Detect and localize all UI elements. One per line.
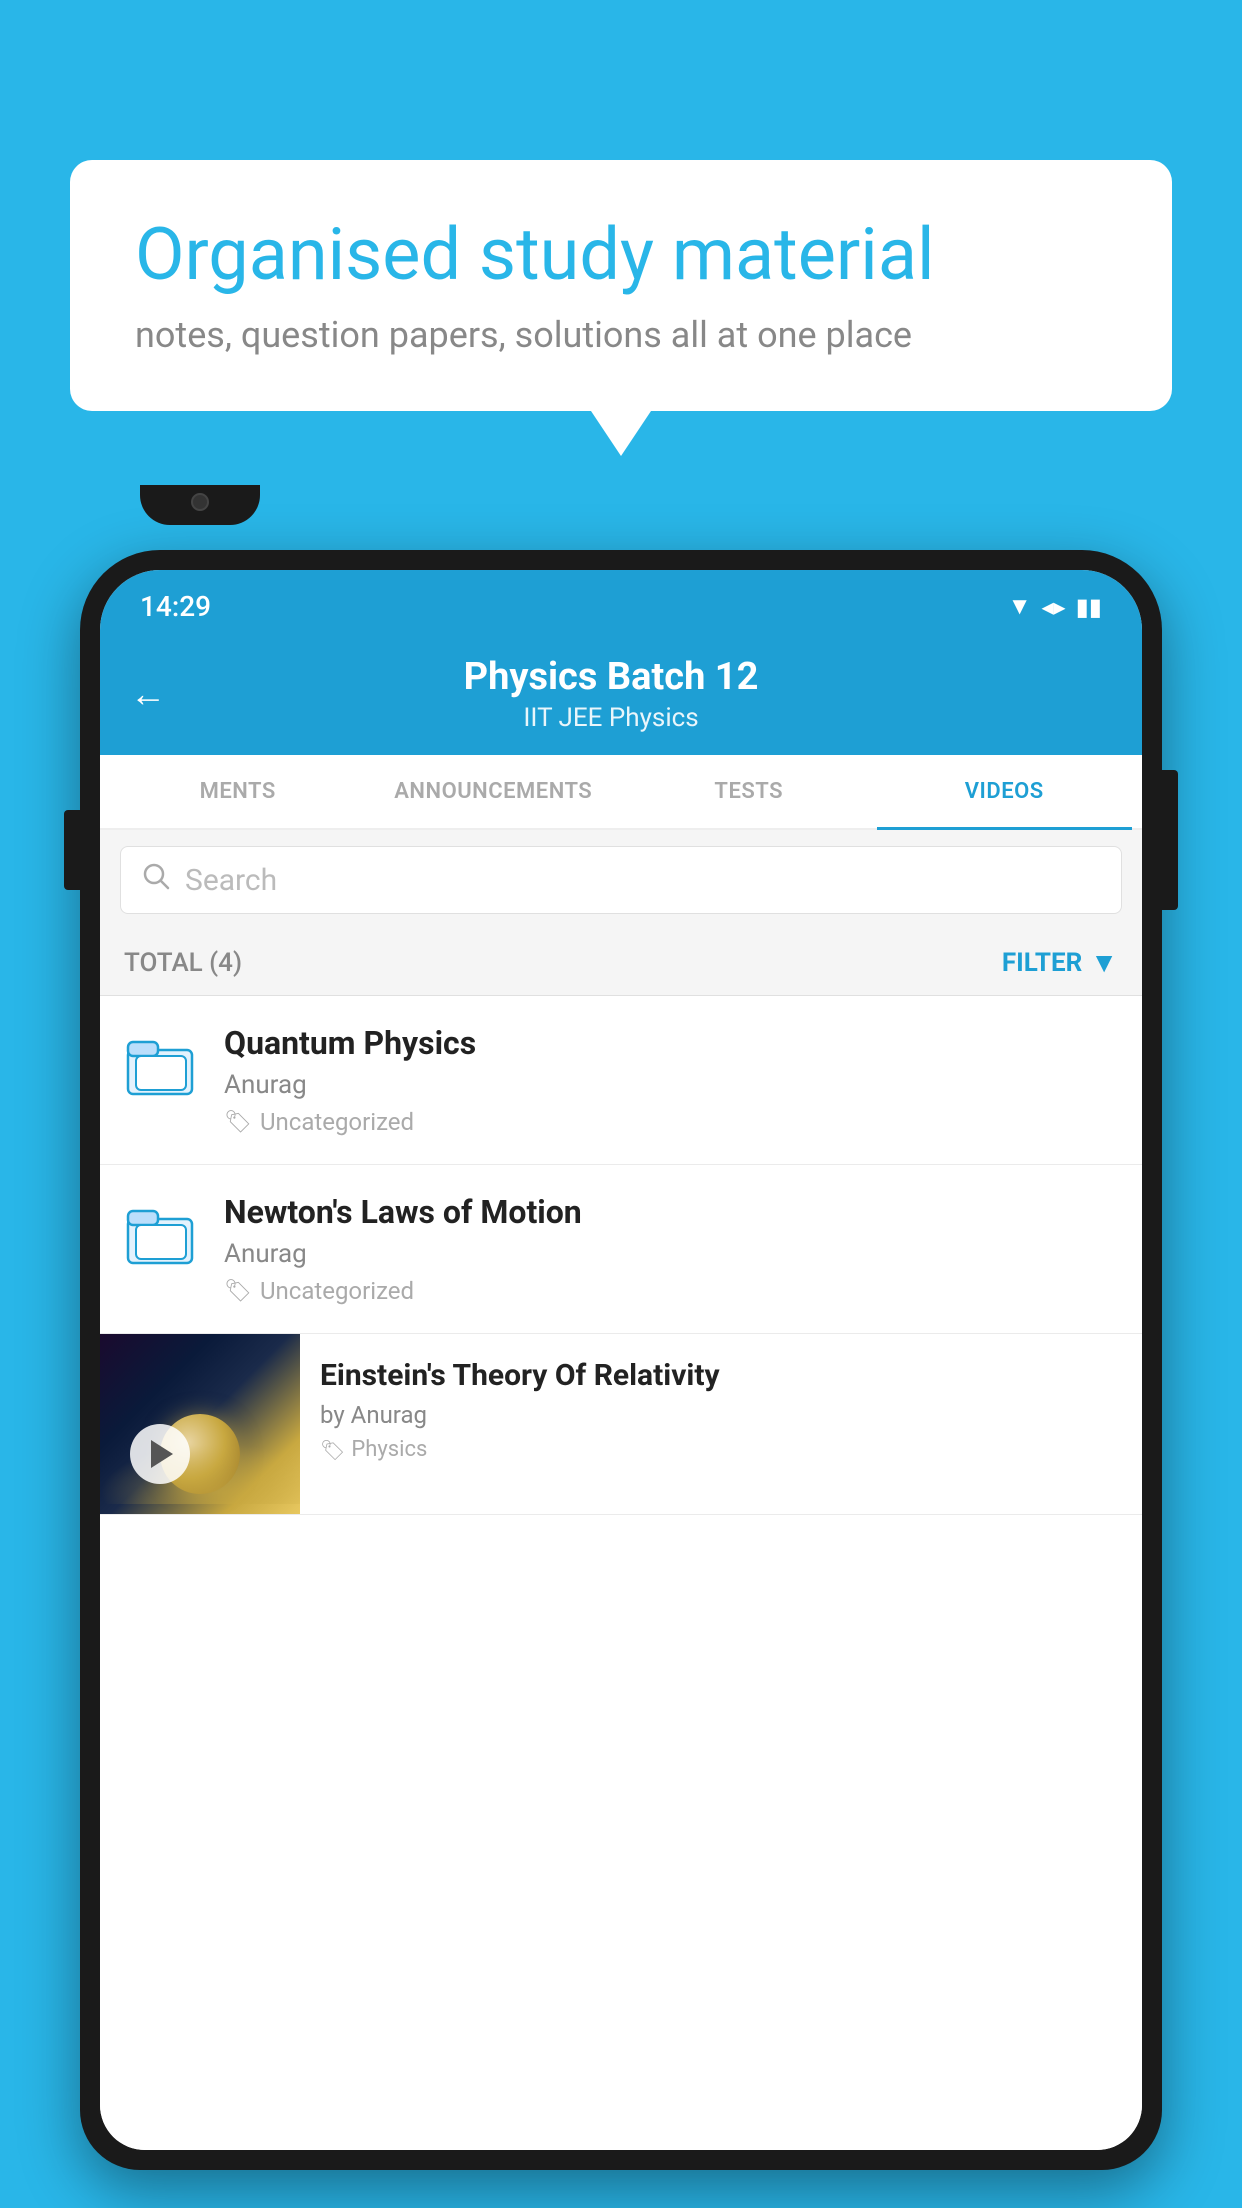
search-icon	[141, 861, 171, 899]
speech-bubble: Organised study material notes, question…	[70, 160, 1172, 411]
tabs-container: MENTS ANNOUNCEMENTS TESTS VIDEOS	[100, 755, 1142, 830]
list-item[interactable]: Newton's Laws of Motion Anurag 🏷 Uncateg…	[100, 1165, 1142, 1334]
battery-icon: ▮▮	[1076, 593, 1102, 621]
wifi-icon: ▼	[1008, 592, 1032, 621]
tag-label: Uncategorized	[260, 1108, 414, 1136]
item-author: Anurag	[224, 1070, 1118, 1100]
signal-icon: ◂▸	[1041, 593, 1065, 621]
tag-icon: 🏷	[320, 1438, 345, 1462]
search-bar[interactable]: Search	[120, 846, 1122, 914]
filter-bar: TOTAL (4) FILTER ▼	[100, 930, 1142, 996]
filter-label: FILTER	[1002, 948, 1082, 978]
phone-outer: 14:29 ▼ ◂▸ ▮▮ ← Physics Batch 12 IIT JEE…	[80, 550, 1162, 2170]
item-author: Anurag	[224, 1239, 1118, 1269]
phone-container: 14:29 ▼ ◂▸ ▮▮ ← Physics Batch 12 IIT JEE…	[80, 550, 1162, 2208]
tab-tests[interactable]: TESTS	[621, 755, 877, 828]
list-item-content: Quantum Physics Anurag 🏷 Uncategorized	[224, 1024, 1118, 1136]
tag-icon: 🏷	[224, 1279, 252, 1304]
item-title: Quantum Physics	[224, 1024, 1118, 1062]
item-tag: 🏷 Physics	[320, 1437, 1122, 1462]
play-icon	[151, 1440, 173, 1468]
list-item-content: Newton's Laws of Motion Anurag 🏷 Uncateg…	[224, 1193, 1118, 1305]
tag-label: Physics	[351, 1437, 427, 1462]
thumbnail-image	[100, 1334, 300, 1514]
bubble-subtitle: notes, question papers, solutions all at…	[135, 314, 1107, 356]
status-icons: ▼ ◂▸ ▮▮	[1008, 592, 1102, 621]
list-container: Quantum Physics Anurag 🏷 Uncategorized	[100, 996, 1142, 2150]
status-bar: 14:29 ▼ ◂▸ ▮▮	[100, 570, 1142, 635]
folder-icon	[124, 1028, 204, 1104]
back-button[interactable]: ←	[130, 673, 166, 715]
play-button[interactable]	[130, 1424, 190, 1484]
list-item-einstein[interactable]: Einstein's Theory Of Relativity by Anura…	[100, 1334, 1142, 1515]
item-tag: 🏷 Uncategorized	[224, 1277, 1118, 1305]
filter-button[interactable]: FILTER ▼	[1002, 946, 1118, 979]
filter-funnel-icon: ▼	[1090, 946, 1118, 979]
app-bar: ← Physics Batch 12 IIT JEE Physics	[100, 635, 1142, 755]
tab-ments[interactable]: MENTS	[110, 755, 366, 828]
app-bar-title-area: Physics Batch 12 IIT JEE Physics	[186, 655, 1036, 733]
total-label: TOTAL (4)	[124, 948, 242, 978]
item-author: by Anurag	[320, 1401, 1122, 1429]
item-tag: 🏷 Uncategorized	[224, 1108, 1118, 1136]
tag-icon: 🏷	[224, 1110, 252, 1135]
tag-label: Uncategorized	[260, 1277, 414, 1305]
list-item[interactable]: Quantum Physics Anurag 🏷 Uncategorized	[100, 996, 1142, 1165]
app-bar-subtitle: IIT JEE Physics	[186, 703, 1036, 733]
tab-videos[interactable]: VIDEOS	[877, 755, 1133, 828]
bubble-title: Organised study material	[135, 215, 1107, 294]
status-time: 14:29	[140, 590, 211, 623]
search-container: Search	[100, 830, 1142, 930]
tab-announcements[interactable]: ANNOUNCEMENTS	[366, 755, 622, 828]
item-title: Einstein's Theory Of Relativity	[320, 1358, 1122, 1393]
thumbnail-content: Einstein's Theory Of Relativity by Anura…	[300, 1334, 1142, 1514]
app-bar-title: Physics Batch 12	[186, 655, 1036, 699]
search-input[interactable]: Search	[185, 863, 277, 898]
item-title: Newton's Laws of Motion	[224, 1193, 1118, 1231]
folder-icon	[124, 1197, 204, 1273]
speech-bubble-container: Organised study material notes, question…	[70, 160, 1172, 411]
phone-screen: 14:29 ▼ ◂▸ ▮▮ ← Physics Batch 12 IIT JEE…	[100, 570, 1142, 2150]
